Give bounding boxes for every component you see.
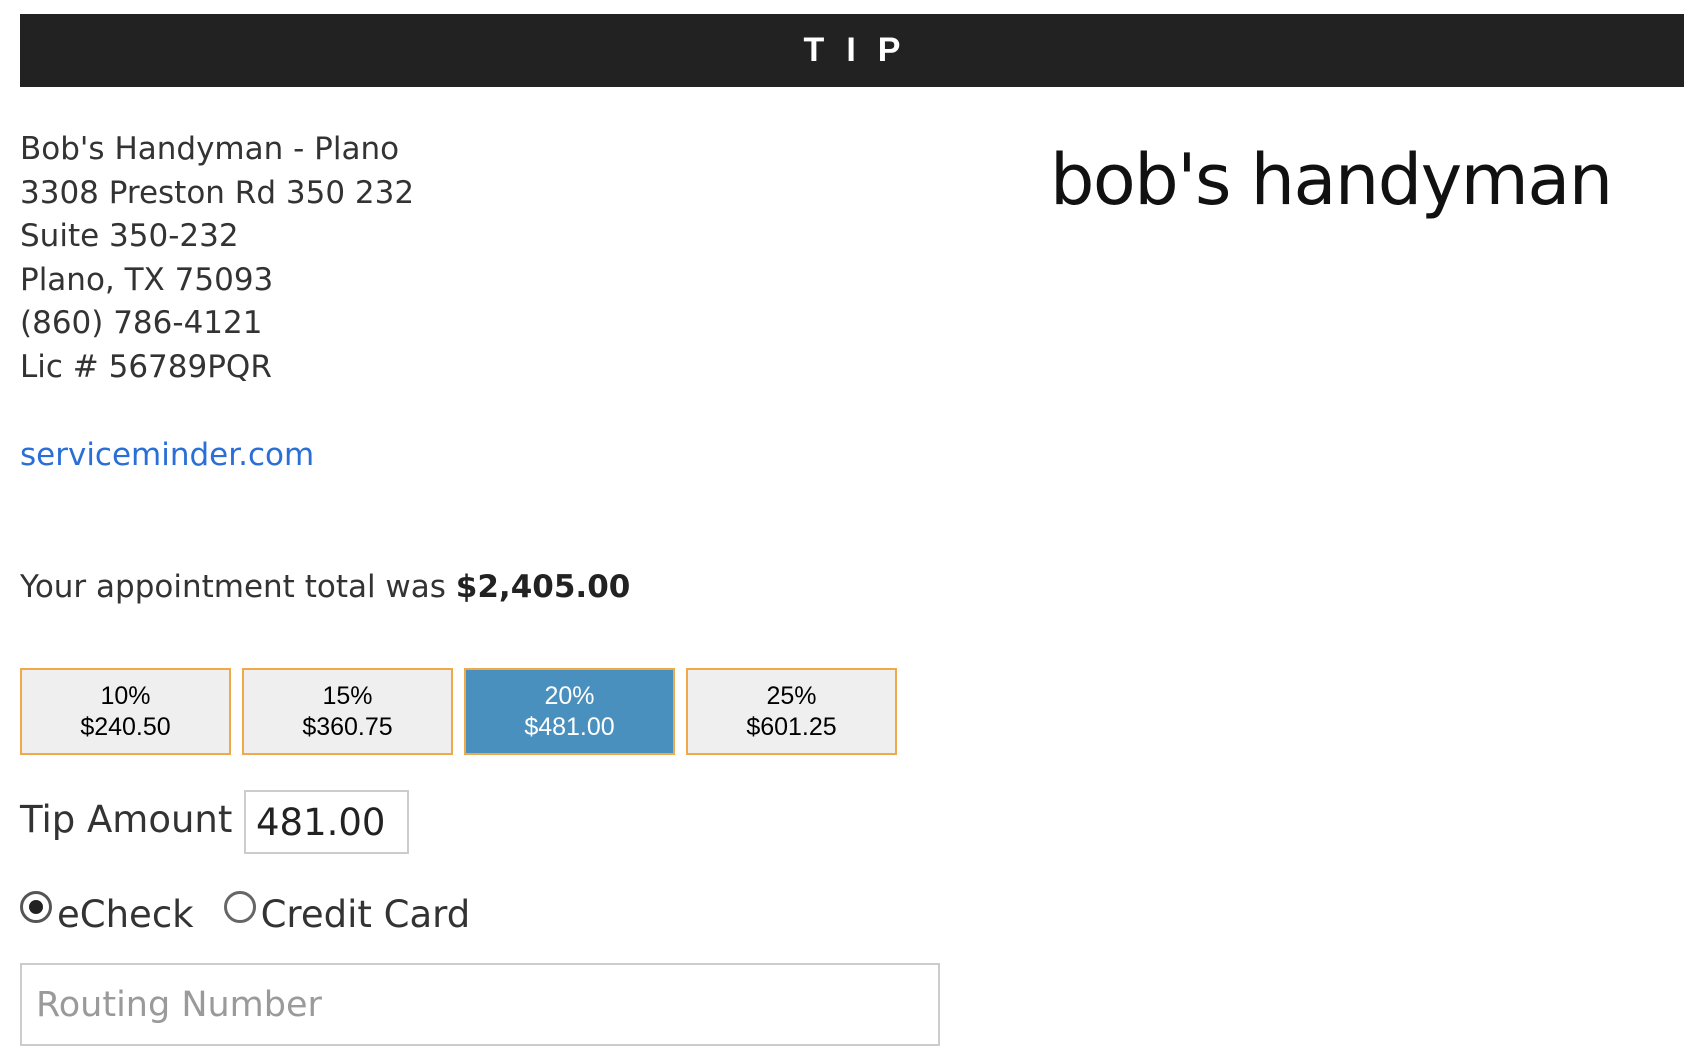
page-title: TIP <box>803 31 923 69</box>
tip-option-25[interactable]: 25% $601.25 <box>686 668 897 755</box>
tip-option-10[interactable]: 10% $240.50 <box>20 668 231 755</box>
company-logo: bob's handyman <box>1050 139 1613 221</box>
header-bar: TIP <box>20 14 1684 87</box>
echeck-label[interactable]: eCheck <box>57 888 194 942</box>
tip-option-amount: $360.75 <box>302 712 393 741</box>
tip-amount-label: Tip Amount <box>20 798 233 841</box>
tip-option-percent: 10% <box>100 681 151 710</box>
routing-number-input[interactable] <box>20 963 940 1046</box>
address-line-1: 3308 Preston Rd 350 232 <box>20 174 415 211</box>
payment-method-selector: eCheck Credit Card <box>20 888 470 942</box>
appointment-total-amount: $2,405.00 <box>455 569 631 605</box>
license-number: Lic # 56789PQR <box>20 348 272 385</box>
phone-number: (860) 786-4121 <box>20 305 263 341</box>
appointment-total-prefix: Your appointment total was <box>20 569 446 605</box>
tip-option-amount: $481.00 <box>524 712 615 741</box>
credit-card-radio[interactable] <box>223 891 256 923</box>
credit-card-label[interactable]: Credit Card <box>261 888 471 942</box>
city-state-zip: Plano, TX 75093 <box>20 261 274 298</box>
tip-option-percent: 15% <box>322 681 373 710</box>
address-line-2: Suite 350-232 <box>20 218 239 254</box>
echeck-radio[interactable] <box>20 891 52 923</box>
tip-option-20[interactable]: 20% $481.00 <box>464 668 675 755</box>
tip-option-amount: $601.25 <box>746 712 837 741</box>
tip-options: 10% $240.50 15% $360.75 20% $481.00 25% … <box>20 668 897 755</box>
tip-amount-input[interactable] <box>244 790 409 854</box>
business-address: Bob's Handyman - Plano 3308 Preston Rd 3… <box>20 128 414 389</box>
tip-option-amount: $240.50 <box>80 712 171 741</box>
website-link[interactable]: serviceminder.com <box>20 434 314 477</box>
business-name: Bob's Handyman - Plano <box>20 131 400 167</box>
tip-option-percent: 20% <box>544 681 595 710</box>
tip-option-percent: 25% <box>766 681 817 710</box>
tip-option-15[interactable]: 15% $360.75 <box>242 668 453 755</box>
appointment-total: Your appointment total was $2,405.00 <box>20 566 630 609</box>
